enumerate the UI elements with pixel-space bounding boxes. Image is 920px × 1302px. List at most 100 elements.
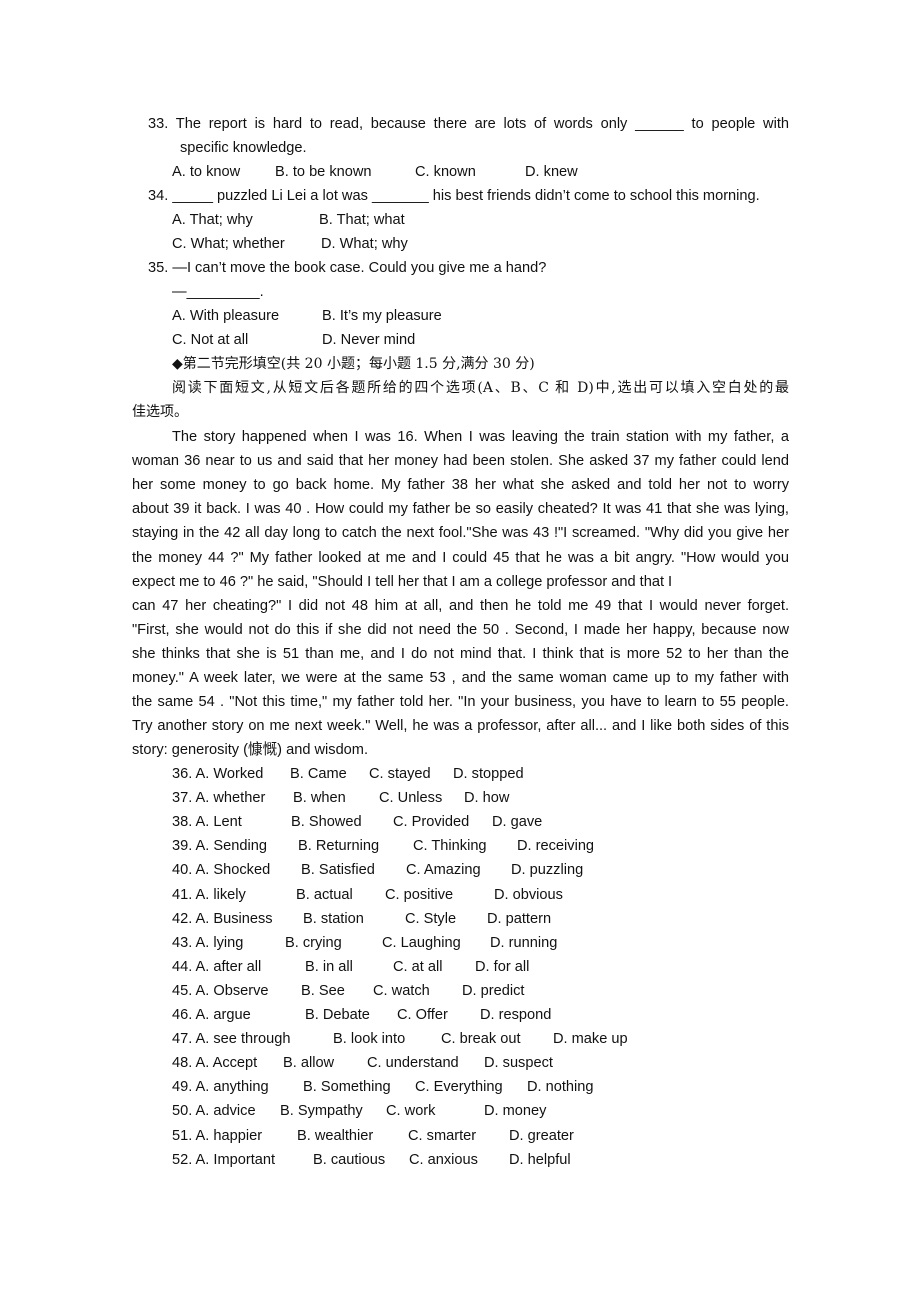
question-text: _____ puzzled Li Lei a lot was _______ h… [172,188,760,204]
option-a: A. lying [195,934,244,951]
passage-line: Try another story on me next week." Well… [132,714,789,738]
option-cell: C. Unless [379,786,442,810]
option-c: C. Provided [393,814,470,831]
passage-line: the same 54 . "Not this time," my father… [132,690,789,714]
question-number: 40. [172,862,193,879]
question-34-options-row1: A. That; why B. That; what [172,208,792,232]
option-b: B. Came [290,766,347,782]
option-cell: D. make up [553,1027,628,1051]
option-d: D. greater [509,1127,574,1144]
option-d: D. make up [553,1031,628,1048]
option-cell: C. Everything [415,1075,503,1099]
option-cell: 37. A. whether [172,786,265,810]
question-34-stem: 34. _____ puzzled Li Lei a lot was _____… [148,184,760,208]
option-c: C. Amazing [406,862,481,879]
option-c: C. work [386,1103,436,1120]
option-cell: 39. A. Sending [172,834,267,858]
option-cell: B. Satisfied [301,858,375,882]
option-cell: 38. A. Lent [172,810,242,834]
question-row: 41. A. likely B. actual C. positive D. obvi… [172,883,672,907]
option-cell: 41. A. likely [172,883,246,907]
option-cell: B. cautious [313,1148,385,1172]
option-cell: B. Showed [291,810,362,834]
option-b: B. Sympathy [280,1103,363,1120]
question-row: 49. A. anything B. Something C. Everything… [172,1075,672,1099]
option-cell: 47. A. see through [172,1027,290,1051]
question-35-stem: 35. —I can’t move the book case. Could y… [148,256,546,280]
passage-text: Try another story on me next week." Well… [132,718,789,735]
option-d: D. how [464,790,510,807]
question-34-options-row2: C. What; whether D. What; why [172,232,792,256]
question-number: 33. [148,116,169,132]
option-d: D. What; why [321,236,408,252]
question-number: 37. [172,790,193,807]
option-cell: D. puzzling [511,858,583,882]
option-cell: 43. A. lying [172,931,243,955]
option-cell: 48. A. Accept [172,1051,257,1075]
option-c: C. stayed [369,766,431,782]
option-c: C. smarter [408,1127,477,1144]
passage-text: she thinks that she is 51 than me, and I… [132,645,789,662]
passage-line: The story happened when I was 16. When I… [172,425,789,449]
passage-line: can 47 her cheating?" I did not 48 him a… [132,594,789,618]
question-number: 39. [172,838,193,855]
question-number: 38. [172,814,193,831]
option-a: A. happier [195,1127,263,1144]
option-a: A. after all [195,958,262,975]
option-cell: C. Offer [397,1003,448,1027]
section-instruction-cont: 佳选项。 [132,404,188,420]
option-a: A. whether [195,790,266,807]
question-number: 50. [172,1103,193,1120]
option-cell: C. Laughing [382,931,461,955]
question-number: 36. [172,766,193,782]
option-c: C. known [415,164,476,180]
question-number: 44. [172,958,193,975]
passage-line: the money 44 ?" My father looked at me a… [132,546,789,570]
option-b: B. allow [283,1055,335,1072]
question-row: 38. A. Lent B. Showed C. Provided D. gave [172,810,672,834]
option-d: D. pattern [487,910,552,927]
option-b: B. Showed [291,814,362,831]
passage-line: expect me to 46 ?" he said, "Should I te… [132,570,672,594]
option-cell: C. Amazing [406,858,481,882]
question-number: 34. [148,188,169,204]
option-cell: D. gave [492,810,542,834]
question-number: 47. [172,1031,193,1048]
question-35-options-row1: A. With pleasure B. It’s my pleasure [172,304,792,328]
option-cell: D. greater [509,1124,574,1148]
option-c: C. understand [367,1055,459,1072]
option-d: D. receiving [517,838,595,855]
option-a: A. With pleasure [172,308,280,324]
option-d: D. stopped [453,766,524,782]
passage-text: woman 36 near to us and said that her mo… [132,453,789,470]
option-a: A. Business [195,910,273,927]
question-row: 43. A. lying B. crying C. Laughing D. runni… [172,931,672,955]
passage-line: woman 36 near to us and said that her mo… [132,449,789,473]
option-d: D. money [484,1103,547,1120]
option-b: B. to be known [275,164,372,180]
passage-text: money." A week later, we were at the sam… [132,670,789,686]
question-row: 51. A. happier B. wealthier C. smarter D. g… [172,1124,672,1148]
option-a: A. Worked [195,766,264,782]
question-number: 52. [172,1151,193,1168]
passage-text: her some money to go back home. My fathe… [132,477,789,494]
option-cell: B. Debate [305,1003,370,1027]
option-cell: C. break out [441,1027,521,1051]
option-cell: 49. A. anything [172,1075,269,1099]
passage-line: her some money to go back home. My fathe… [132,473,789,497]
passage-text: The story happened when I was 16. When I… [172,429,789,445]
option-cell: 51. A. happier [172,1124,262,1148]
option-cell: B. allow [283,1051,334,1075]
question-text: The report is hard to read, because ther… [175,116,789,132]
question-35-options-row2: C. Not at all D. Never mind [172,328,792,352]
question-row: 40. A. Shocked B. Satisfied C. Amazing D. p… [172,858,672,882]
option-b: B. Returning [298,838,380,855]
option-c: C. Laughing [382,934,461,951]
option-b: B. Satisfied [301,862,375,879]
option-cell: C. watch [373,979,430,1003]
option-a: A. likely [195,886,246,903]
question-number: 51. [172,1127,193,1144]
option-d: D. gave [492,814,543,831]
option-cell: C. at all [393,955,442,979]
option-b: B. Debate [305,1007,370,1023]
